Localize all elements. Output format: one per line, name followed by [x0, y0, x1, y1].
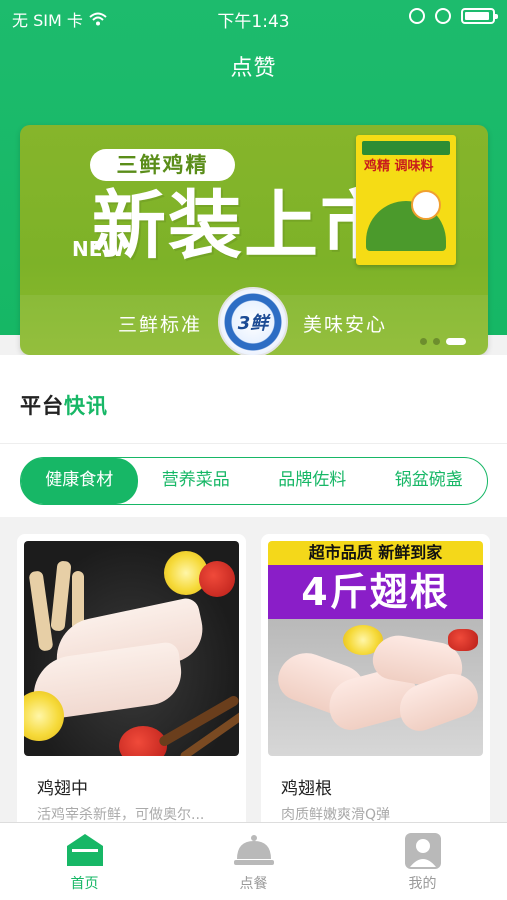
orientation-lock-icon	[409, 8, 425, 24]
product-card[interactable]: 鸡翅中 活鸡宰杀新鲜，可做奥尔...	[17, 534, 246, 834]
product-desc: 肉质鲜嫩爽滑Q弹	[281, 807, 391, 823]
dish-cover-icon	[233, 835, 274, 865]
pack-text: 鸡精 调味料	[364, 159, 434, 174]
nav-label-order: 点餐	[239, 876, 268, 892]
carousel-dot-active[interactable]	[446, 338, 466, 345]
product-card[interactable]: 超市品质 新鲜到家 4斤翅根 鸡翅根 肉质鲜嫩爽滑Q弹	[261, 534, 490, 834]
status-bar: 无 SIM 卡 下午1:43	[0, 0, 507, 34]
tab-healthy-ingredients[interactable]: 健康食材	[21, 458, 138, 504]
category-section: 健康食材 营养菜品 品牌佐料 锅盆碗盏	[0, 443, 507, 517]
tab-cookware[interactable]: 锅盆碗盏	[371, 458, 488, 504]
promo-banner-text: 4斤翅根	[268, 565, 483, 619]
product-package-image: 鸡精 调味料	[356, 135, 456, 265]
home-icon	[66, 834, 103, 866]
quality-badge: 3鲜	[218, 287, 288, 355]
carousel-indicator[interactable]	[420, 338, 466, 345]
battery-icon	[461, 8, 498, 24]
news-title-part1: 平台	[20, 394, 64, 418]
user-icon	[404, 833, 441, 869]
carousel-dot[interactable]	[433, 338, 440, 345]
nav-home[interactable]: 首页	[0, 823, 169, 900]
product-image: 超市品质 新鲜到家 4斤翅根	[268, 541, 483, 756]
bottom-nav: 首页 点餐 我的	[0, 822, 507, 900]
promo-head: 超市品质 新鲜到家	[268, 541, 483, 565]
promo-banner[interactable]: 三鲜鸡精 新装上市 NEW 鸡精 调味料 三鲜标准 3鲜 美味安心	[20, 125, 488, 355]
product-grid: 鸡翅中 活鸡宰杀新鲜，可做奥尔... 超市品质 新鲜到家 4斤翅根 鸡翅根 肉质…	[0, 517, 507, 834]
product-name: 鸡翅中	[37, 779, 88, 799]
banner-slogan-right: 美味安心	[303, 314, 388, 336]
nav-profile[interactable]: 我的	[338, 823, 507, 900]
alarm-icon	[435, 8, 451, 24]
category-tabs: 健康食材 营养菜品 品牌佐料 锅盆碗盏	[20, 457, 488, 505]
product-desc: 活鸡宰杀新鲜，可做奥尔...	[37, 807, 205, 823]
status-right	[409, 8, 498, 24]
chicken-mascot-icon	[411, 190, 441, 220]
tab-nutritious-dishes[interactable]: 营养菜品	[138, 458, 255, 504]
nav-order[interactable]: 点餐	[169, 823, 338, 900]
page-title: 点赞	[230, 56, 277, 81]
banner-headline: 新装上市	[92, 183, 396, 269]
news-section: 平台快讯	[0, 355, 507, 443]
banner-new-label: NEW	[72, 237, 125, 261]
product-name: 鸡翅根	[281, 779, 332, 799]
carousel-dot[interactable]	[420, 338, 427, 345]
tab-brand-seasoning[interactable]: 品牌佐料	[254, 458, 371, 504]
news-title: 平台快讯	[20, 390, 108, 420]
banner-slogan-left: 三鲜标准	[118, 314, 203, 336]
nav-label-profile: 我的	[408, 876, 437, 892]
news-title-part2: 快讯	[64, 394, 108, 418]
badge-text: 3鲜	[237, 313, 269, 334]
banner-tag: 三鲜鸡精	[90, 149, 235, 181]
nav-label-home: 首页	[70, 876, 99, 892]
product-image	[24, 541, 239, 756]
